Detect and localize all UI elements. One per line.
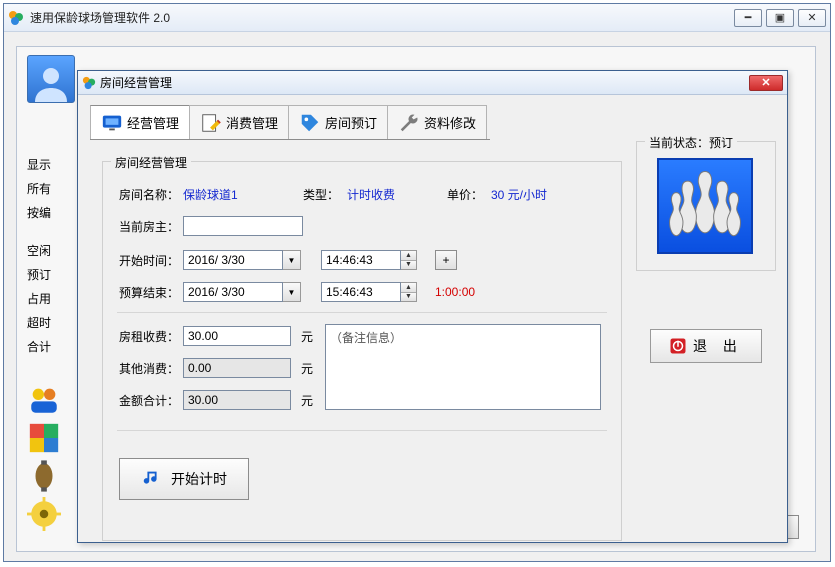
rent-input[interactable] [183, 326, 291, 346]
left-toolbar [27, 383, 69, 535]
close-button[interactable]: ✕ [798, 9, 826, 27]
music-note-icon [141, 468, 163, 490]
edit-icon [200, 112, 222, 134]
tab-label: 资料修改 [424, 113, 476, 132]
label-all: 所有 [27, 177, 67, 201]
main-titlebar: 速用保龄球场管理软件 2.0 ━ ▣ ✕ [4, 4, 830, 32]
spinner-buttons[interactable]: ▲▼ [401, 250, 417, 270]
status-legend: 当前状态：预订 [645, 134, 737, 151]
monitor-icon [101, 112, 123, 134]
tab-operation[interactable]: 经营管理 [90, 105, 190, 139]
tab-label: 经营管理 [127, 113, 179, 132]
bowling-pins-icon [657, 158, 753, 254]
tab-reserve[interactable]: 房间预订 [288, 105, 388, 139]
toolbar-lantern-icon[interactable] [27, 459, 61, 493]
total-label: 金额合计： [119, 392, 183, 409]
label-reserved: 预订 [27, 263, 67, 287]
toolbar-users-icon[interactable] [27, 383, 61, 417]
wrench-icon [398, 112, 420, 134]
tag-icon [299, 112, 321, 134]
tab-label: 房间预订 [325, 113, 377, 132]
unit-yuan: 元 [301, 328, 313, 345]
main-window: 速用保龄球场管理软件 2.0 ━ ▣ ✕ 显示 所有 按编 空闲 预订 占用 超… [3, 3, 831, 562]
end-time-input[interactable] [321, 282, 401, 302]
status-legend-prefix: 当前状态： [649, 136, 709, 150]
group-status: 当前状态：预订 [636, 141, 776, 271]
end-time-label: 预算结束： [119, 284, 183, 301]
start-time-input[interactable] [321, 250, 401, 270]
group-legend: 房间经营管理 [111, 154, 191, 171]
power-icon [669, 337, 687, 355]
dialog-close-button[interactable]: ✕ [749, 75, 783, 91]
exit-button[interactable]: 退 出 [650, 329, 762, 363]
type-value: 计时收费 [347, 186, 447, 203]
exit-label: 退 出 [693, 336, 743, 356]
start-time-spinner[interactable]: ▲▼ [321, 250, 417, 270]
dialog-tabbar: 经营管理 消费管理 房间预订 资料修改 [90, 105, 486, 139]
start-date-input[interactable] [183, 250, 283, 270]
room-name-value: 保龄球道1 [183, 186, 303, 203]
end-date-input[interactable] [183, 282, 283, 302]
spinner-buttons[interactable]: ▲▼ [401, 282, 417, 302]
app-icon [8, 10, 24, 26]
start-date-picker[interactable]: ▼ [183, 250, 301, 270]
dialog-title: 房间经营管理 [100, 74, 749, 91]
price-value: 30 元/小时 [491, 186, 547, 203]
chevron-down-icon[interactable]: ▼ [283, 282, 301, 302]
rent-label: 房租收费： [119, 328, 183, 345]
label-by-id: 按编 [27, 201, 67, 225]
label-idle: 空闲 [27, 239, 67, 263]
price-label: 单价： [447, 186, 491, 203]
duration-value: 1:00:00 [435, 285, 475, 299]
maximize-button[interactable]: ▣ [766, 9, 794, 27]
toolbar-puzzle-icon[interactable] [27, 421, 61, 455]
label-overtime: 超时 [27, 311, 67, 335]
minimize-button[interactable]: ━ [734, 9, 762, 27]
user-avatar-icon [27, 55, 75, 103]
label-display: 显示 [27, 153, 67, 177]
start-timer-button[interactable]: 开始计时 [119, 458, 249, 500]
plus-button[interactable]: + [435, 250, 457, 270]
end-date-picker[interactable]: ▼ [183, 282, 301, 302]
room-name-label: 房间名称： [119, 186, 183, 203]
label-occupied: 占用 [27, 287, 67, 311]
unit-yuan: 元 [301, 360, 313, 377]
dialog-icon [82, 76, 96, 90]
room-manage-dialog: 房间经营管理 ✕ 经营管理 消费管理 房间预订 [77, 70, 788, 543]
status-legend-value: 预订 [709, 136, 733, 150]
tab-edit-info[interactable]: 资料修改 [387, 105, 487, 139]
total-value: 30.00 [183, 390, 291, 410]
left-filter-labels: 显示 所有 按编 空闲 预订 占用 超时 合计 [27, 153, 67, 359]
owner-input[interactable] [183, 216, 303, 236]
other-value: 0.00 [183, 358, 291, 378]
chevron-down-icon[interactable]: ▼ [283, 250, 301, 270]
main-title: 速用保龄球场管理软件 2.0 [30, 9, 730, 26]
type-label: 类型： [303, 186, 347, 203]
other-label: 其他消费： [119, 360, 183, 377]
group-room-operation: 房间经营管理 房间名称： 保龄球道1 类型： 计时收费 单价： 30 元/小时 … [102, 161, 622, 541]
end-time-spinner[interactable]: ▲▼ [321, 282, 417, 302]
start-time-label: 开始时间： [119, 252, 183, 269]
owner-label: 当前房主： [119, 218, 183, 235]
tab-consume[interactable]: 消费管理 [189, 105, 289, 139]
tab-label: 消费管理 [226, 113, 278, 132]
unit-yuan: 元 [301, 392, 313, 409]
start-timer-label: 开始计时 [171, 469, 227, 489]
memo-textarea[interactable]: （备注信息） [325, 324, 601, 410]
dialog-titlebar: 房间经营管理 ✕ [78, 71, 787, 95]
label-total: 合计 [27, 335, 67, 359]
